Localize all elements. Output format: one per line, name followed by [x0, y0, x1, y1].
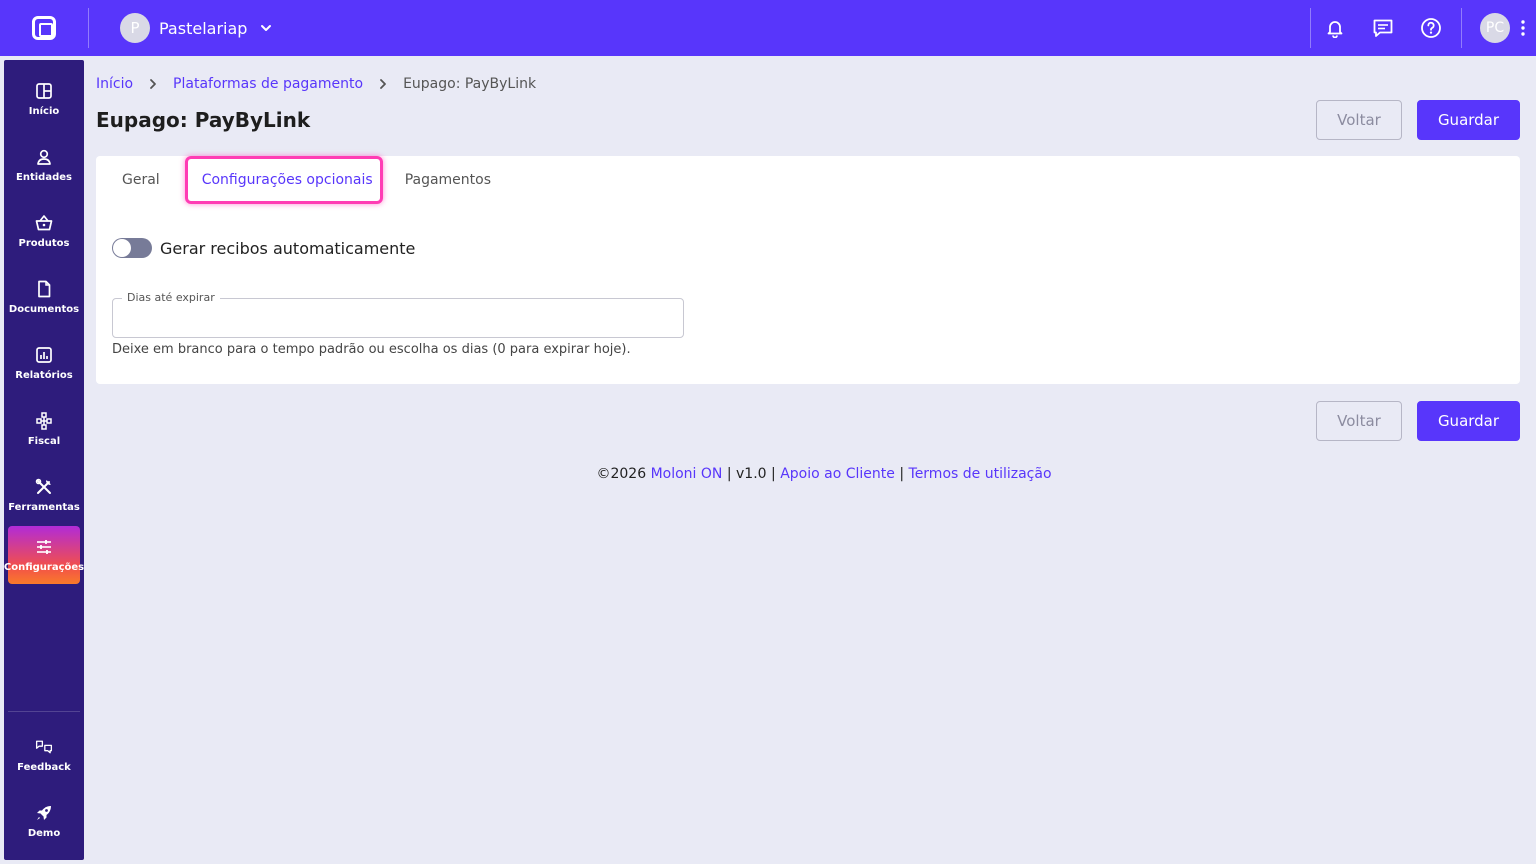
sidebar-item-label: Feedback [17, 761, 71, 773]
breadcrumb-home-link[interactable]: Início [96, 76, 133, 92]
footer-brand-link[interactable]: Moloni ON [651, 466, 723, 482]
sidebar-item-feedback[interactable]: Feedback [8, 726, 80, 784]
more-vertical-icon[interactable] [1510, 0, 1536, 56]
sidebar-item-label: Entidades [16, 171, 72, 183]
top-bar: P Pastelariap PC [0, 0, 1536, 56]
sidebar-item-produtos[interactable]: Produtos [8, 202, 80, 260]
save-button[interactable]: Guardar [1417, 100, 1520, 140]
logo-icon[interactable] [0, 0, 88, 56]
tab-bar: Geral Configurações opcionais Pagamentos [108, 156, 505, 204]
sidebar-item-fiscal[interactable]: Fiscal [8, 400, 80, 458]
footer-terms-link[interactable]: Termos de utilização [909, 466, 1052, 482]
breadcrumb-current: Eupago: PayByLink [403, 76, 537, 92]
footer-separator: | [894, 466, 909, 482]
toggle-knob [113, 239, 131, 257]
back-button-bottom[interactable]: Voltar [1316, 401, 1402, 441]
company-selector[interactable]: P Pastelariap [120, 13, 273, 43]
chart-icon [36, 346, 52, 363]
tab-configuracoes-opcionais[interactable]: Configurações opcionais [188, 156, 387, 204]
sidebar-item-label: Produtos [18, 237, 70, 249]
footer: ©2026 Moloni ON | v1.0 | Apoio ao Client… [0, 466, 1536, 482]
sidebar-item-label: Configurações [3, 561, 85, 573]
tab-pagamentos[interactable]: Pagamentos [391, 156, 505, 204]
sidebar-item-entidades[interactable]: Entidades [8, 136, 80, 194]
expire-days-label: Dias até expirar [122, 291, 220, 304]
sidebar-item-label: Relatórios [15, 369, 73, 381]
footer-separator: | [766, 466, 781, 482]
basket-icon [35, 214, 53, 230]
dashboard-icon [36, 82, 52, 99]
document-icon [38, 280, 51, 297]
company-avatar: P [120, 13, 150, 43]
settings-card: Geral Configurações opcionais Pagamentos… [96, 156, 1520, 384]
user-icon [37, 149, 51, 165]
sidebar: Início Entidades Produtos Documentos Rel… [4, 60, 84, 860]
company-name: Pastelariap [159, 18, 248, 38]
sidebar-item-label: Fiscal [27, 435, 61, 447]
breadcrumb-section-link[interactable]: Plataformas de pagamento [173, 76, 363, 92]
chevron-right-icon [133, 78, 173, 90]
footer-support-link[interactable]: Apoio ao Cliente [780, 466, 895, 482]
save-button-bottom[interactable]: Guardar [1417, 401, 1520, 441]
breadcrumb: Início Plataformas de pagamento Eupago: … [96, 74, 536, 94]
help-icon[interactable] [1407, 0, 1455, 56]
user-avatar[interactable]: PC [1480, 13, 1510, 43]
hierarchy-icon [36, 411, 52, 430]
rocket-icon [37, 805, 51, 820]
tab-geral[interactable]: Geral [108, 156, 174, 204]
auto-receipt-label: Gerar recibos automaticamente [160, 238, 416, 258]
topbar-divider [88, 8, 89, 48]
auto-receipt-toggle-row[interactable]: Gerar recibos automaticamente [112, 238, 415, 258]
expire-days-input[interactable] [113, 299, 683, 337]
feedback-icon [35, 740, 53, 753]
sidebar-item-inicio[interactable]: Início [8, 70, 80, 128]
sidebar-item-label: Documentos [8, 303, 80, 315]
chat-icon[interactable] [1359, 0, 1407, 56]
footer-separator: | [722, 466, 737, 482]
sidebar-divider [8, 711, 80, 712]
bell-icon[interactable] [1311, 0, 1359, 56]
auto-receipt-toggle[interactable] [112, 238, 152, 258]
sidebar-item-label: Início [28, 105, 60, 117]
chevron-down-icon [261, 25, 272, 31]
sidebar-item-demo[interactable]: Demo [8, 792, 80, 850]
page-title: Eupago: PayByLink [96, 108, 311, 132]
sidebar-item-configuracoes[interactable]: Configurações [4, 526, 84, 584]
sidebar-item-relatorios[interactable]: Relatórios [8, 334, 80, 392]
sidebar-item-label: Demo [27, 827, 61, 839]
topbar-divider [1461, 8, 1462, 48]
sliders-icon [37, 539, 51, 554]
back-button[interactable]: Voltar [1316, 100, 1402, 140]
footer-version: v1.0 [736, 466, 767, 482]
expire-days-field[interactable]: Dias até expirar [112, 291, 684, 338]
sidebar-item-documentos[interactable]: Documentos [8, 268, 80, 326]
chevron-right-icon [363, 78, 403, 90]
footer-copyright: ©2026 [596, 466, 651, 482]
sidebar-item-label: Ferramentas [8, 501, 80, 513]
expire-days-hint: Deixe em branco para o tempo padrão ou e… [112, 342, 631, 357]
